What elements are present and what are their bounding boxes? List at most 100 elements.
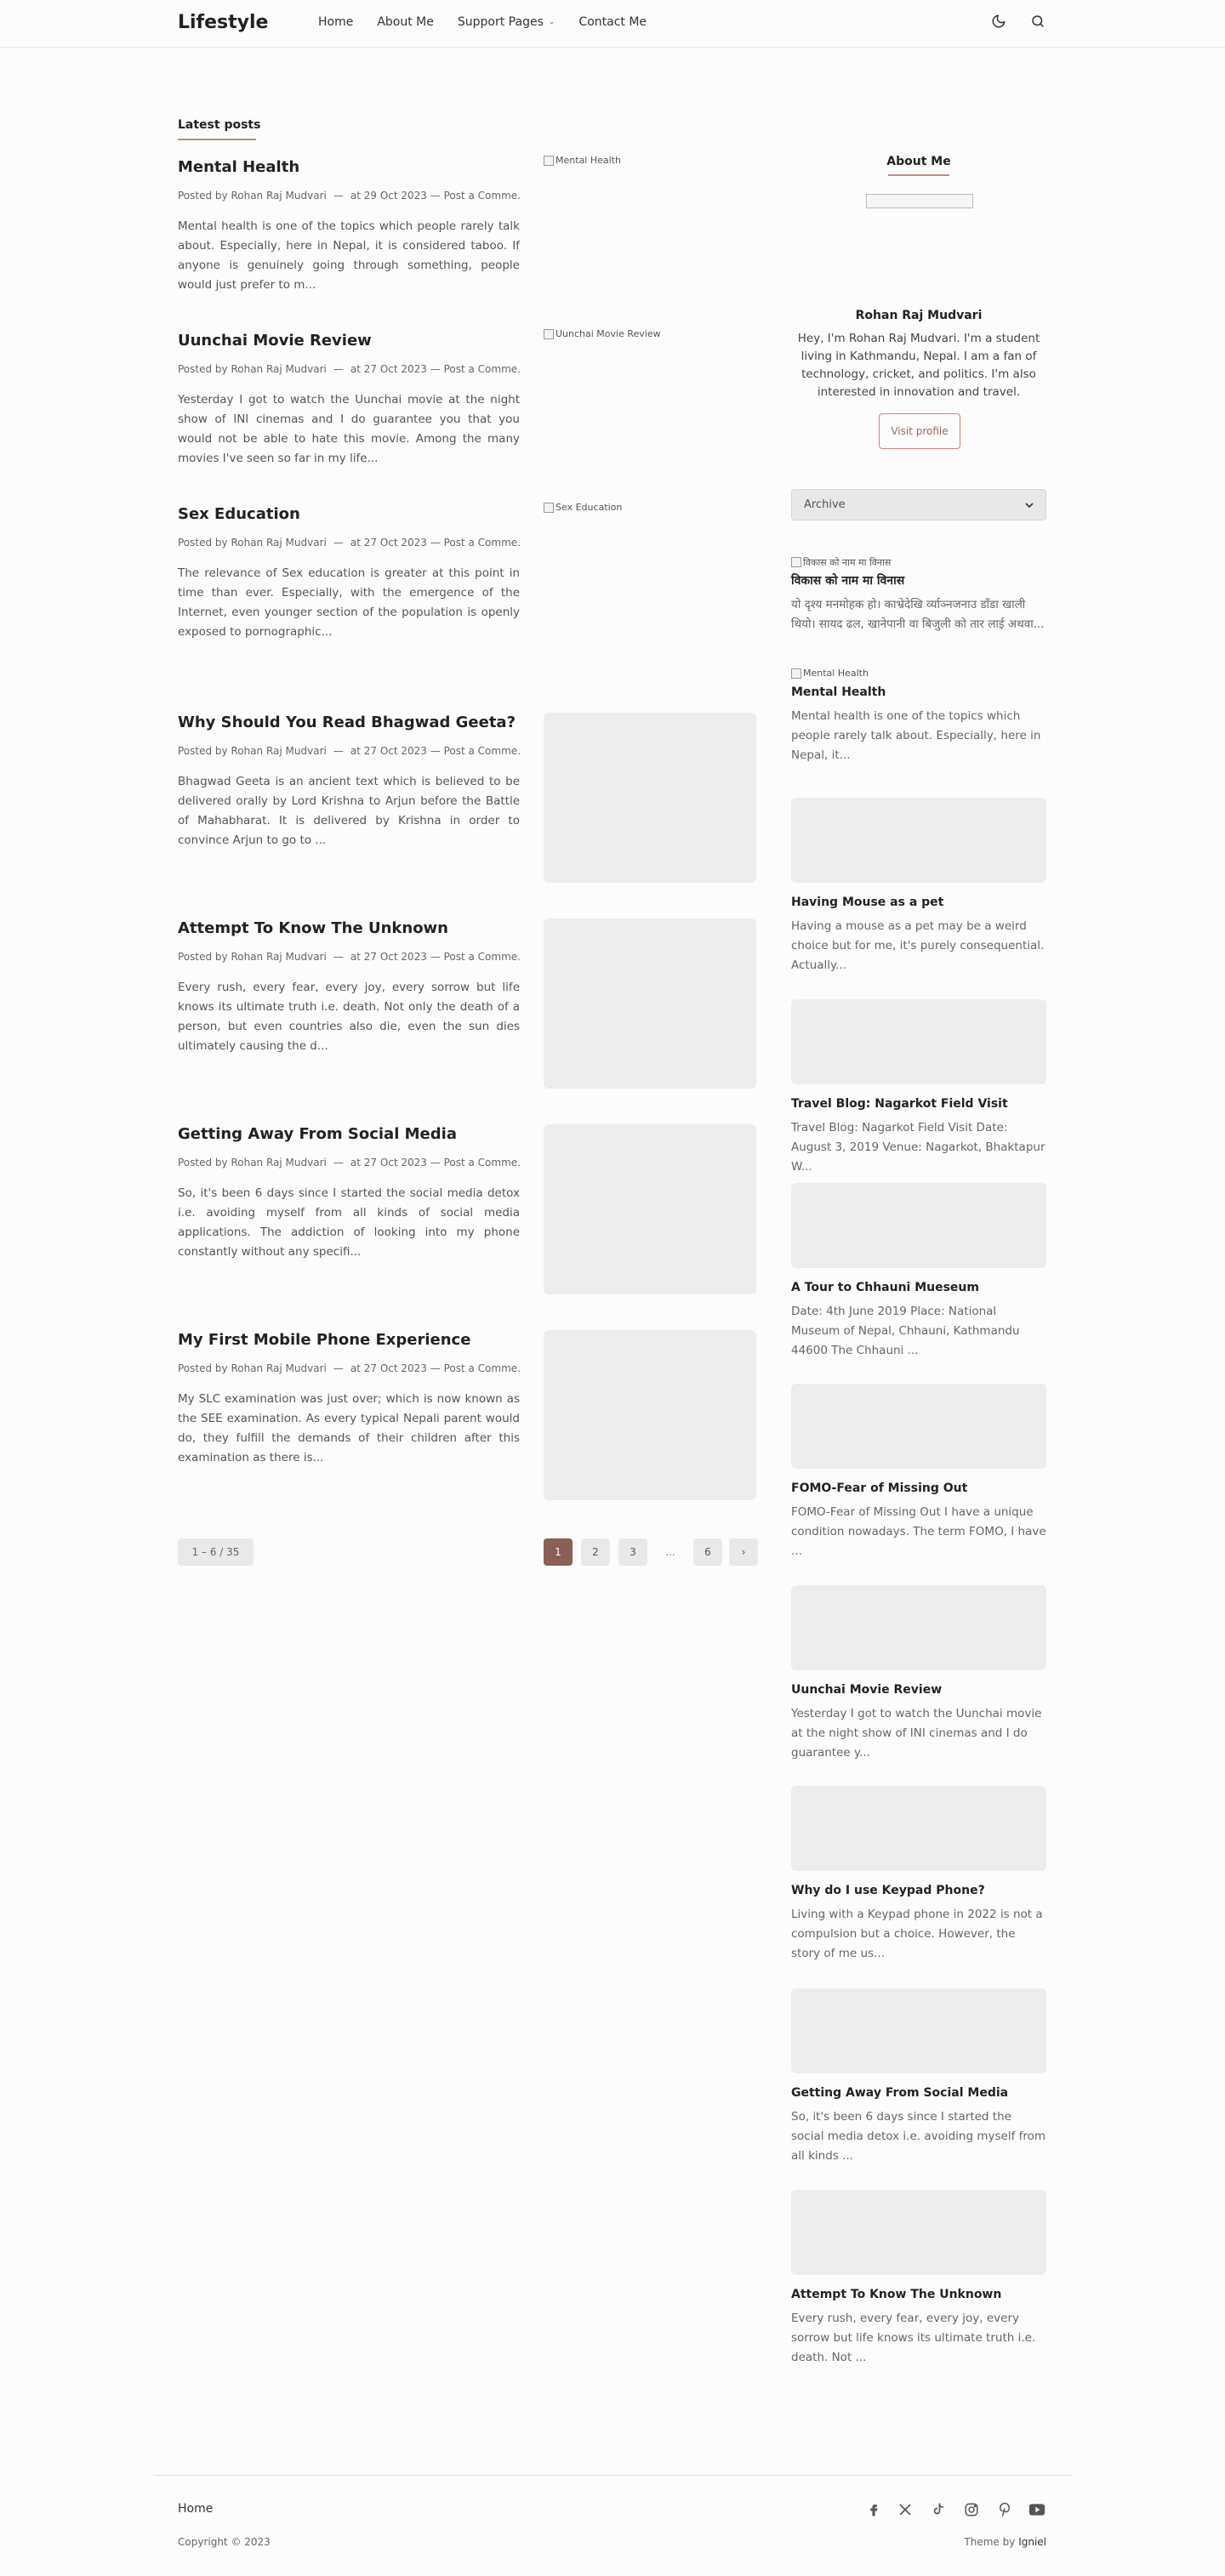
post-title[interactable]: Mental Health bbox=[178, 157, 520, 178]
sidebar-post-title[interactable]: Getting Away From Social Media bbox=[791, 2085, 1046, 2101]
sidebar-post-thumbnail[interactable] bbox=[791, 999, 1046, 1084]
post-comment-link[interactable]: — Post a Comme... bbox=[430, 363, 520, 375]
footer-home-link[interactable]: Home bbox=[178, 2502, 213, 2516]
post-title[interactable]: Sex Education bbox=[178, 504, 520, 525]
visit-profile-button[interactable]: Visit profile bbox=[879, 413, 960, 449]
nav-item-support-pages[interactable]: Support Pages ⌄ bbox=[458, 15, 556, 29]
x-icon[interactable] bbox=[896, 2500, 914, 2519]
post-author[interactable]: Posted by Rohan Raj Mudvari bbox=[178, 1362, 327, 1374]
post-meta: Posted by Rohan Raj Mudvari — at 27 Oct 20… bbox=[178, 363, 520, 377]
sidebar-post-title[interactable]: Attempt To Know The Unknown bbox=[791, 2287, 1046, 2302]
sidebar-post-excerpt: Date: 4th June 2019 Place: National Muse… bbox=[791, 1305, 1020, 1357]
pagination-count: 1 – 6 / 35 bbox=[178, 1538, 254, 1566]
broken-image-icon bbox=[544, 503, 554, 513]
nav-item-label: About Me bbox=[377, 15, 434, 29]
post-thumbnail[interactable]: Uunchai Movie Review bbox=[544, 328, 756, 498]
archive-select[interactable]: Archive bbox=[791, 489, 1046, 520]
sidebar-post-thumbnail[interactable] bbox=[791, 1183, 1046, 1268]
post-author[interactable]: Posted by Rohan Raj Mudvari bbox=[178, 1157, 327, 1169]
post-thumbnail[interactable] bbox=[544, 1124, 756, 1294]
page-button-2[interactable]: 2 bbox=[581, 1538, 610, 1566]
tiktok-icon[interactable] bbox=[929, 2500, 948, 2519]
post-title[interactable]: Why Should You Read Bhagwad Geeta? bbox=[178, 713, 520, 733]
post-author[interactable]: Posted by Rohan Raj Mudvari bbox=[178, 190, 327, 202]
post-thumbnail[interactable] bbox=[544, 1330, 756, 1500]
facebook-icon[interactable] bbox=[864, 2500, 883, 2519]
page-button-3[interactable]: 3 bbox=[618, 1538, 647, 1566]
sidebar-post-thumbnail[interactable] bbox=[791, 2190, 1046, 2275]
post-title[interactable]: My First Mobile Phone Experience bbox=[178, 1330, 520, 1351]
post-title[interactable]: Attempt To Know The Unknown bbox=[178, 918, 520, 939]
footer-divider bbox=[153, 2475, 1072, 2476]
sidebar-post-thumbnail[interactable] bbox=[791, 1585, 1046, 1670]
post-author[interactable]: Posted by Rohan Raj Mudvari bbox=[178, 951, 327, 963]
post-card: Uunchai Movie Review Posted by Rohan Raj… bbox=[178, 331, 520, 469]
sidebar-post: FOMO-Fear of Missing Out FOMO-Fear of Mi… bbox=[791, 1481, 1046, 1561]
post-date[interactable]: at 27 Oct 2023 bbox=[350, 363, 427, 375]
post-date[interactable]: at 27 Oct 2023 bbox=[350, 745, 427, 757]
instagram-icon[interactable] bbox=[962, 2500, 981, 2519]
sidebar-post-title[interactable]: Having Mouse as a pet bbox=[791, 895, 1046, 910]
sidebar-post-excerpt: यो दृश्य मनमोहक हो। काभ्रेदेखि र्व्याञ्न… bbox=[791, 598, 1045, 631]
post-comment-link[interactable]: — Post a Comme... bbox=[430, 1157, 520, 1169]
post-thumbnail[interactable] bbox=[544, 918, 756, 1089]
broken-image-icon bbox=[791, 557, 801, 567]
page-button-last[interactable]: 6 bbox=[693, 1538, 722, 1566]
post-thumbnail[interactable]: Sex Education bbox=[544, 502, 756, 672]
post-title[interactable]: Getting Away From Social Media bbox=[178, 1124, 520, 1145]
post-meta: Posted by Rohan Raj Mudvari — at 27 Oct 20… bbox=[178, 1362, 520, 1376]
post-excerpt: Yesterday I got to watch the Uunchai mov… bbox=[178, 393, 520, 465]
nav-item-home[interactable]: Home bbox=[318, 15, 353, 29]
post-date[interactable]: at 27 Oct 2023 bbox=[350, 1157, 427, 1169]
sidebar-post-title[interactable]: Uunchai Movie Review bbox=[791, 1682, 1046, 1697]
theme-author-link[interactable]: Igniel bbox=[1018, 2536, 1046, 2548]
post-comment-link[interactable]: — Post a Comme... bbox=[430, 190, 520, 202]
sidebar-post-title[interactable]: Why do I use Keypad Phone? bbox=[791, 1883, 1046, 1898]
search-icon[interactable] bbox=[1028, 12, 1047, 31]
post-date[interactable]: at 27 Oct 2023 bbox=[350, 1362, 427, 1374]
image-alt-text: विकास को नाम मा विनास bbox=[803, 557, 892, 568]
post-comment-link[interactable]: — Post a Comme... bbox=[430, 951, 520, 963]
sidebar-post: Why do I use Keypad Phone? Living with a… bbox=[791, 1883, 1046, 1964]
moon-icon[interactable] bbox=[989, 12, 1008, 31]
sidebar-post-title[interactable]: Mental Health bbox=[791, 685, 1046, 700]
post-date[interactable]: at 29 Oct 2023 bbox=[350, 190, 427, 202]
post-card: My First Mobile Phone Experience Posted … bbox=[178, 1330, 520, 1468]
archive-select-value: Archive bbox=[804, 498, 846, 511]
sidebar-post-thumbnail[interactable] bbox=[791, 1384, 1046, 1469]
image-alt-text: Mental Health bbox=[556, 155, 621, 166]
youtube-icon[interactable] bbox=[1028, 2500, 1046, 2519]
post-card: Sex Education Posted by Rohan Raj Mudvar… bbox=[178, 504, 520, 642]
nav-item-contact-me[interactable]: Contact Me bbox=[578, 15, 647, 29]
post-comment-link[interactable]: — Post a Comme... bbox=[430, 537, 520, 549]
post-author[interactable]: Posted by Rohan Raj Mudvari bbox=[178, 745, 327, 757]
sidebar-post-title[interactable]: Travel Blog: Nagarkot Field Visit bbox=[791, 1096, 1046, 1112]
post-title[interactable]: Uunchai Movie Review bbox=[178, 331, 520, 351]
post-date[interactable]: at 27 Oct 2023 bbox=[350, 951, 427, 963]
sidebar-post-thumbnail[interactable] bbox=[791, 1786, 1046, 1871]
post-author[interactable]: Posted by Rohan Raj Mudvari bbox=[178, 537, 327, 549]
section-title-underline bbox=[178, 139, 256, 140]
next-page-button[interactable]: › bbox=[729, 1538, 758, 1566]
post-comment-link[interactable]: — Post a Comme... bbox=[430, 745, 520, 757]
post-thumbnail[interactable] bbox=[544, 713, 756, 883]
nav-item-about-me[interactable]: About Me bbox=[377, 15, 434, 29]
pinterest-icon[interactable] bbox=[995, 2500, 1014, 2519]
post-comment-link[interactable]: — Post a Comme... bbox=[430, 1362, 520, 1374]
post-meta: Posted by Rohan Raj Mudvari — at 27 Oct 20… bbox=[178, 745, 520, 759]
site-brand[interactable]: Lifestyle bbox=[178, 12, 268, 33]
sidebar-post-title[interactable]: FOMO-Fear of Missing Out bbox=[791, 1481, 1046, 1496]
post-excerpt: Every rush, every fear, every joy, every… bbox=[178, 981, 520, 1053]
post-thumbnail[interactable]: Mental Health bbox=[544, 155, 756, 325]
sidebar-post-title[interactable]: A Tour to Chhauni Mueseum bbox=[791, 1280, 1046, 1295]
post-excerpt: Mental health is one of the topics which… bbox=[178, 219, 520, 292]
post-author[interactable]: Posted by Rohan Raj Mudvari bbox=[178, 363, 327, 375]
sidebar-post-thumbnail[interactable] bbox=[791, 798, 1046, 883]
post-card: Why Should You Read Bhagwad Geeta? Poste… bbox=[178, 713, 520, 850]
sidebar-post: Attempt To Know The Unknown Every rush, … bbox=[791, 2287, 1046, 2368]
sidebar-post-title[interactable]: विकास को नाम मा विनास bbox=[791, 573, 1046, 589]
sidebar-post-thumbnail[interactable] bbox=[791, 1988, 1046, 2073]
sidebar-post: Mental Health Mental Health Mental healt… bbox=[791, 668, 1046, 765]
page-button-1[interactable]: 1 bbox=[544, 1538, 573, 1566]
post-date[interactable]: at 27 Oct 2023 bbox=[350, 537, 427, 549]
